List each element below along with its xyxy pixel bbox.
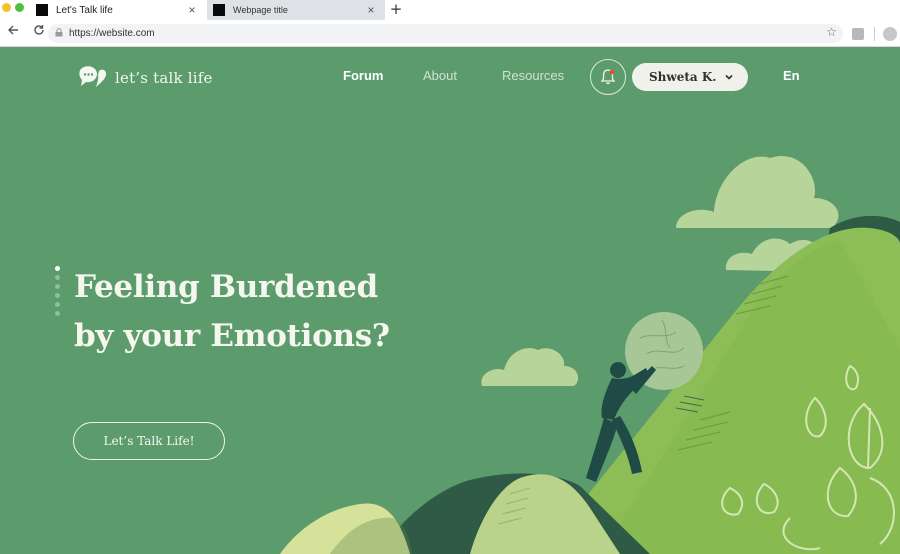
notification-dot <box>609 69 615 75</box>
slide-dot[interactable] <box>55 275 60 280</box>
hero-headline-line1: Feeling Burdened <box>74 269 378 305</box>
tab-favicon-icon <box>213 4 225 16</box>
tab-close-icon[interactable]: × <box>184 3 200 17</box>
url-text: https://website.com <box>69 28 155 39</box>
mountain-large-shade <box>600 240 900 554</box>
user-name: Shweta K. <box>649 70 717 84</box>
browser-tab-inactive[interactable]: Webpage title × <box>207 0 385 20</box>
user-menu-button[interactable]: Shweta K. <box>632 63 748 91</box>
chat-heart-logo-icon <box>79 66 107 87</box>
browser-tab-bar: Let's Talk life × Webpage title × + <box>0 0 900 20</box>
back-arrow-icon[interactable] <box>4 24 22 42</box>
slide-dot[interactable] <box>55 302 60 307</box>
window-maximize-button[interactable] <box>15 3 24 12</box>
slide-dot[interactable] <box>55 293 60 298</box>
new-tab-button[interactable]: + <box>388 0 404 20</box>
brand-name: let’s talk life <box>115 69 213 87</box>
cloud-left <box>481 348 579 386</box>
tab-close-icon[interactable]: × <box>363 3 379 17</box>
nav-link-forum[interactable]: Forum <box>343 68 383 83</box>
hero-headline: Feeling Burdened by your Emotions? <box>74 263 434 361</box>
browser-tab-active[interactable]: Let's Talk life × <box>30 0 206 20</box>
notifications-button[interactable] <box>590 59 626 95</box>
star-icon[interactable]: ☆ <box>826 25 837 39</box>
address-bar[interactable]: https://website.com ☆ <box>48 24 843 43</box>
language-switcher[interactable]: En <box>783 68 800 83</box>
tab-favicon-icon <box>36 4 48 16</box>
chevron-down-icon <box>725 74 733 80</box>
lock-icon <box>55 28 65 39</box>
slide-indicator <box>55 266 61 320</box>
nav-link-resources[interactable]: Resources <box>502 68 564 83</box>
slide-dot[interactable] <box>55 284 60 289</box>
bell-icon <box>600 69 616 85</box>
nav-link-about[interactable]: About <box>423 68 457 83</box>
hero-headline-line2: by your Emotions? <box>74 318 390 354</box>
web-page: let’s talk life Forum About Resources Sh… <box>0 48 900 554</box>
tab-title: Webpage title <box>233 5 288 15</box>
lets-talk-life-button[interactable]: Let’s Talk Life! <box>73 422 225 460</box>
extension-icon[interactable] <box>852 28 864 40</box>
reload-icon[interactable] <box>30 24 48 42</box>
window-minimize-button[interactable] <box>2 3 11 12</box>
cloud-top <box>676 156 839 228</box>
toolbar-divider <box>874 27 875 41</box>
browser-toolbar: https://website.com ☆ <box>0 20 900 47</box>
profile-icon[interactable] <box>883 27 897 41</box>
slide-dot-active[interactable] <box>55 266 60 271</box>
site-logo[interactable]: let’s talk life <box>78 65 213 91</box>
tab-title: Let's Talk life <box>56 4 113 16</box>
slide-dot[interactable] <box>55 311 60 316</box>
